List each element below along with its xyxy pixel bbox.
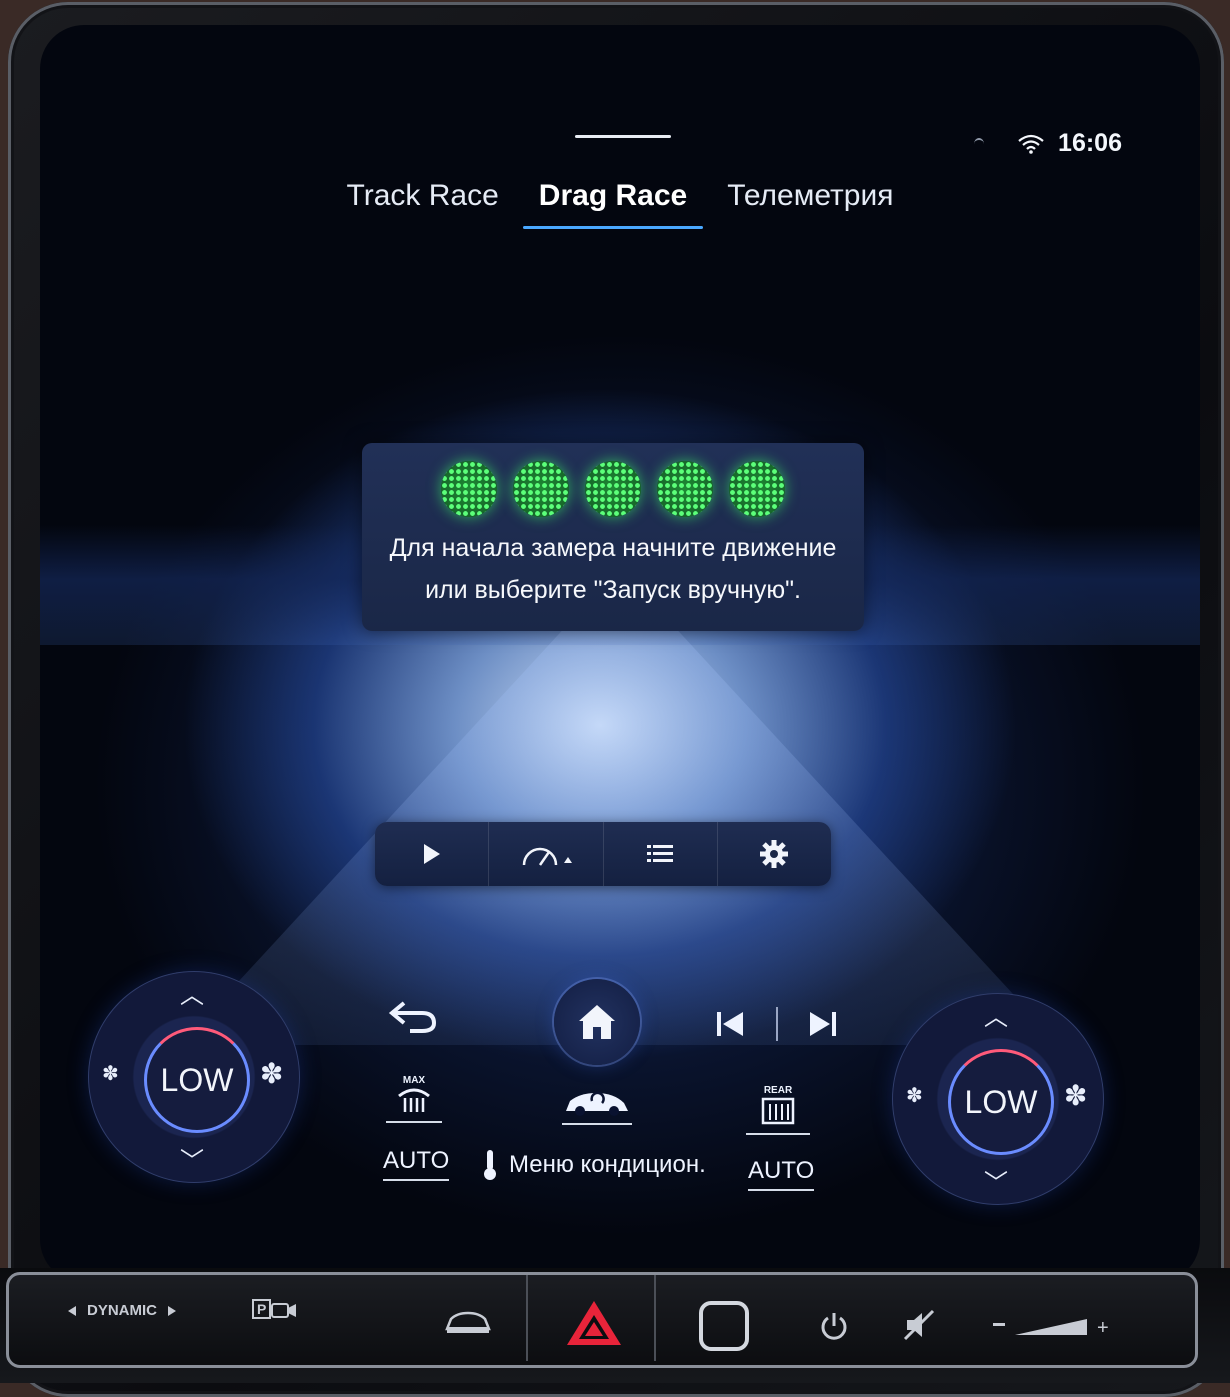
right-auto-button[interactable]: AUTO [748,1157,815,1191]
rear-defrost-button[interactable]: REAR [746,1085,810,1135]
settings-button[interactable] [718,822,831,886]
speedometer-icon [522,847,572,866]
hardware-separator [526,1275,528,1361]
left-fan-level: LOW [144,1027,250,1133]
tab-telemetry[interactable]: Телеметрия [707,175,913,229]
left-auto-button[interactable]: AUTO [383,1147,450,1181]
home-hardware-button[interactable] [699,1301,749,1351]
status-bar: 16:06 [974,129,1122,158]
start-light [441,461,497,517]
drive-mode-selector[interactable]: DYNAMIC [67,1302,177,1319]
start-message-line-1: Для начала замера начните движение [389,534,837,562]
next-track-icon[interactable] [808,1011,838,1037]
chevron-left-icon[interactable] [67,1305,77,1317]
plus-icon[interactable]: + [1097,1317,1109,1340]
chevron-down-icon[interactable]: ﹀ [984,1163,1008,1198]
start-message-card: Для начала замера начните движение или в… [362,443,864,631]
right-fan-dial[interactable]: ︿ ﹀ ✽ ✽ LOW [892,993,1104,1205]
previous-track-icon[interactable] [715,1011,745,1037]
vehicle-settings-icon[interactable] [443,1309,493,1337]
hardware-control-bar: DYNAMIC P + [6,1272,1198,1368]
power-icon[interactable] [819,1311,849,1341]
tab-drag-race[interactable]: Drag Race [519,175,707,229]
max-defrost-button[interactable]: MAX [386,1075,442,1123]
volume-level-icon [1015,1319,1087,1335]
back-icon[interactable] [388,999,440,1035]
recirculation-underline [562,1123,632,1125]
play-icon [423,844,440,864]
camera-icon [271,1303,297,1318]
tab-track-race[interactable]: Track Race [327,175,519,229]
start-message-line-2: или выберите "Запуск вручную". [425,576,801,604]
volume-control[interactable]: + [993,1317,1123,1345]
rear-defrost-icon [761,1097,795,1125]
start-light [585,461,641,517]
signal-indicator-icon [974,137,985,150]
climate-menu-button[interactable]: Меню кондицион. [483,1149,706,1181]
gear-icon [760,840,789,868]
parking-camera-button[interactable]: P [252,1299,297,1319]
thermometer-icon [484,1150,496,1180]
list-icon [647,845,674,862]
start-light [729,461,785,517]
infotainment-screen: 16:06 Track Race Drag Race Телеметрия Дл… [40,25,1200,1283]
chevron-up-icon[interactable]: ︿ [180,975,204,1010]
media-divider [776,1007,778,1041]
home-icon [579,1005,615,1039]
speedometer-button[interactable] [489,822,604,886]
drive-mode-label: DYNAMIC [87,1302,157,1319]
rear-defrost-underline [746,1133,810,1135]
fan-high-icon[interactable]: ✽ [260,1057,283,1090]
hazard-icon[interactable] [565,1299,623,1347]
chevron-right-icon[interactable] [167,1305,177,1317]
chevron-down-icon[interactable]: ﹀ [180,1141,204,1176]
start-message: Для начала замера начните движение или в… [362,527,864,611]
start-lights [362,461,864,517]
hardware-separator [654,1275,656,1361]
start-light [657,461,713,517]
parking-label: P [252,1299,272,1319]
play-button[interactable] [375,822,490,886]
left-fan-dial[interactable]: ︿ ﹀ ✽ ✽ LOW [88,971,300,1183]
wifi-icon [1018,134,1044,154]
max-defrost-underline [386,1121,442,1123]
minus-icon[interactable] [993,1323,1005,1326]
pull-down-handle[interactable] [575,135,671,138]
recirculation-car-icon[interactable] [562,1089,632,1119]
fan-low-icon[interactable]: ✽ [102,1061,119,1086]
home-button[interactable] [554,979,640,1065]
clock: 16:06 [1058,129,1122,157]
chevron-up-icon[interactable]: ︿ [984,997,1008,1032]
right-fan-level: LOW [948,1049,1054,1155]
climate-menu-label: Меню кондицион. [509,1151,706,1178]
max-label: MAX [402,1075,426,1086]
race-control-bar [375,822,831,886]
front-defrost-icon [398,1088,430,1112]
rear-label: REAR [763,1085,793,1096]
start-light [513,461,569,517]
fan-low-icon[interactable]: ✽ [906,1083,923,1108]
fan-high-icon[interactable]: ✽ [1064,1079,1087,1112]
mute-icon[interactable] [903,1309,937,1341]
list-button[interactable] [604,822,718,886]
tab-bar: Track Race Drag Race Телеметрия [340,175,900,229]
